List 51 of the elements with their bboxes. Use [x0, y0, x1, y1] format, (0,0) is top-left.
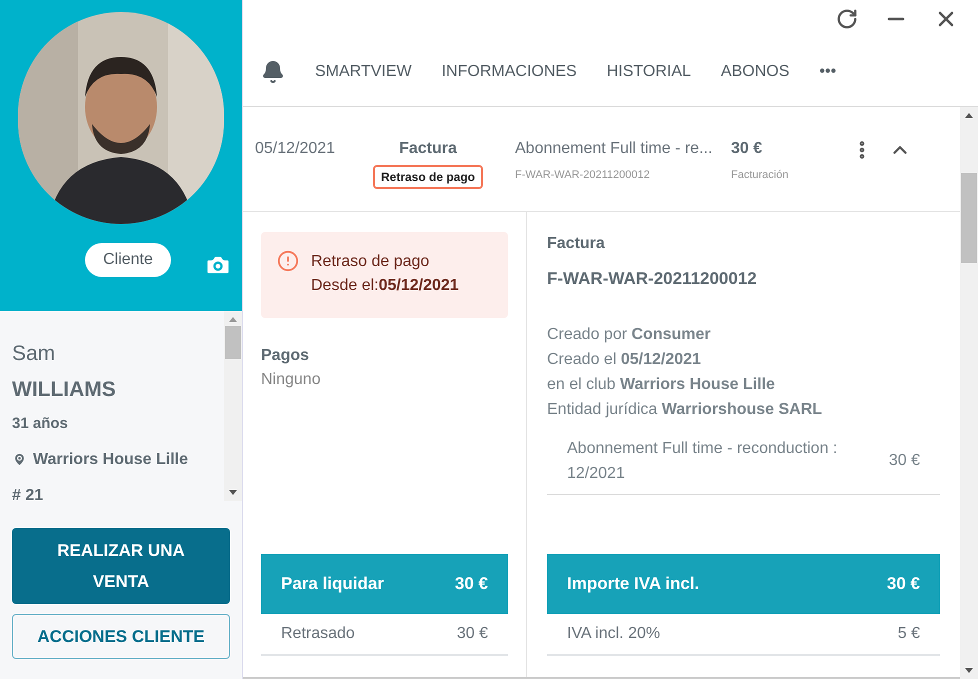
scroll-down-icon[interactable] [965, 668, 973, 673]
total-label: Para liquidar [281, 573, 384, 596]
scroll-up-icon[interactable] [965, 113, 973, 118]
nav-tab[interactable]: HISTORIAL [606, 60, 691, 84]
total-amount: 30 € [886, 573, 920, 596]
invoice-amount: 30 € [731, 139, 764, 159]
age-text: 31 años [12, 414, 69, 434]
detail-line: en el club Warriors House Lille [547, 374, 776, 394]
nav-tab[interactable]: ••• [819, 60, 836, 84]
sale-button[interactable]: REALIZAR UNA VENTA [12, 528, 230, 604]
total-row-amount: 30 € [456, 624, 488, 644]
location-pin-icon [12, 452, 27, 467]
member-number: # 21 [12, 486, 44, 506]
alert-icon [277, 250, 299, 272]
first-name: Sam [12, 341, 56, 367]
payments-value: Ninguno [261, 370, 322, 390]
item-label: Abonnement Full time - reconduction : 12/2021 [567, 438, 838, 484]
alert-since: Desde el:05/12/2021 [311, 276, 459, 296]
invoice-category: Facturación [731, 168, 790, 183]
item-amount: 30 € [888, 451, 920, 471]
total-label: Importe IVA incl. [567, 573, 700, 596]
details-title: Factura [547, 234, 606, 254]
client-actions-button[interactable]: ACCIONES CLIENTE [12, 614, 230, 659]
invoice-type: Factura [399, 139, 457, 159]
total-amount: 30 € [454, 573, 488, 596]
last-name: WILLIAMS [12, 377, 117, 403]
scroll-thumb[interactable] [961, 173, 977, 263]
payments-label: Pagos [261, 346, 310, 366]
detail-line: Entidad jurídica Warriorshouse SARL [547, 400, 824, 420]
bell-icon[interactable] [261, 60, 285, 84]
details-reference: F-WAR-WAR-20211200012 [547, 268, 758, 290]
club-name: Warriors House Lille [33, 450, 188, 470]
total-row-label: Retrasado [281, 624, 355, 644]
scrollbar[interactable] [960, 107, 978, 679]
scroll-thumb[interactable] [225, 326, 241, 359]
scrollbar[interactable] [224, 311, 242, 501]
alert-title: Retraso de pago [311, 252, 430, 272]
total-row-label: IVA incl. 20% [567, 624, 660, 644]
detail-line: Creado por Consumer [547, 324, 712, 344]
nav-tab[interactable]: SMARTVIEW [315, 60, 412, 84]
invoice-description: Abonnement Full time - re... [515, 139, 714, 159]
detail-line: Creado el 05/12/2021 [547, 350, 702, 370]
invoice-date: 05/12/2021 [254, 139, 336, 159]
status-badge: Retraso de pago [372, 165, 484, 189]
invoice-reference: F-WAR-WAR-20211200012 [515, 168, 651, 183]
refresh-icon[interactable] [836, 8, 858, 30]
nav-tab[interactable]: INFORMACIONES [442, 60, 577, 84]
scroll-down-icon[interactable] [229, 490, 237, 495]
nav-tab[interactable]: ABONOS [720, 60, 790, 84]
role-badge: Cliente [85, 243, 171, 277]
total-row-amount: 5 € [898, 624, 920, 644]
